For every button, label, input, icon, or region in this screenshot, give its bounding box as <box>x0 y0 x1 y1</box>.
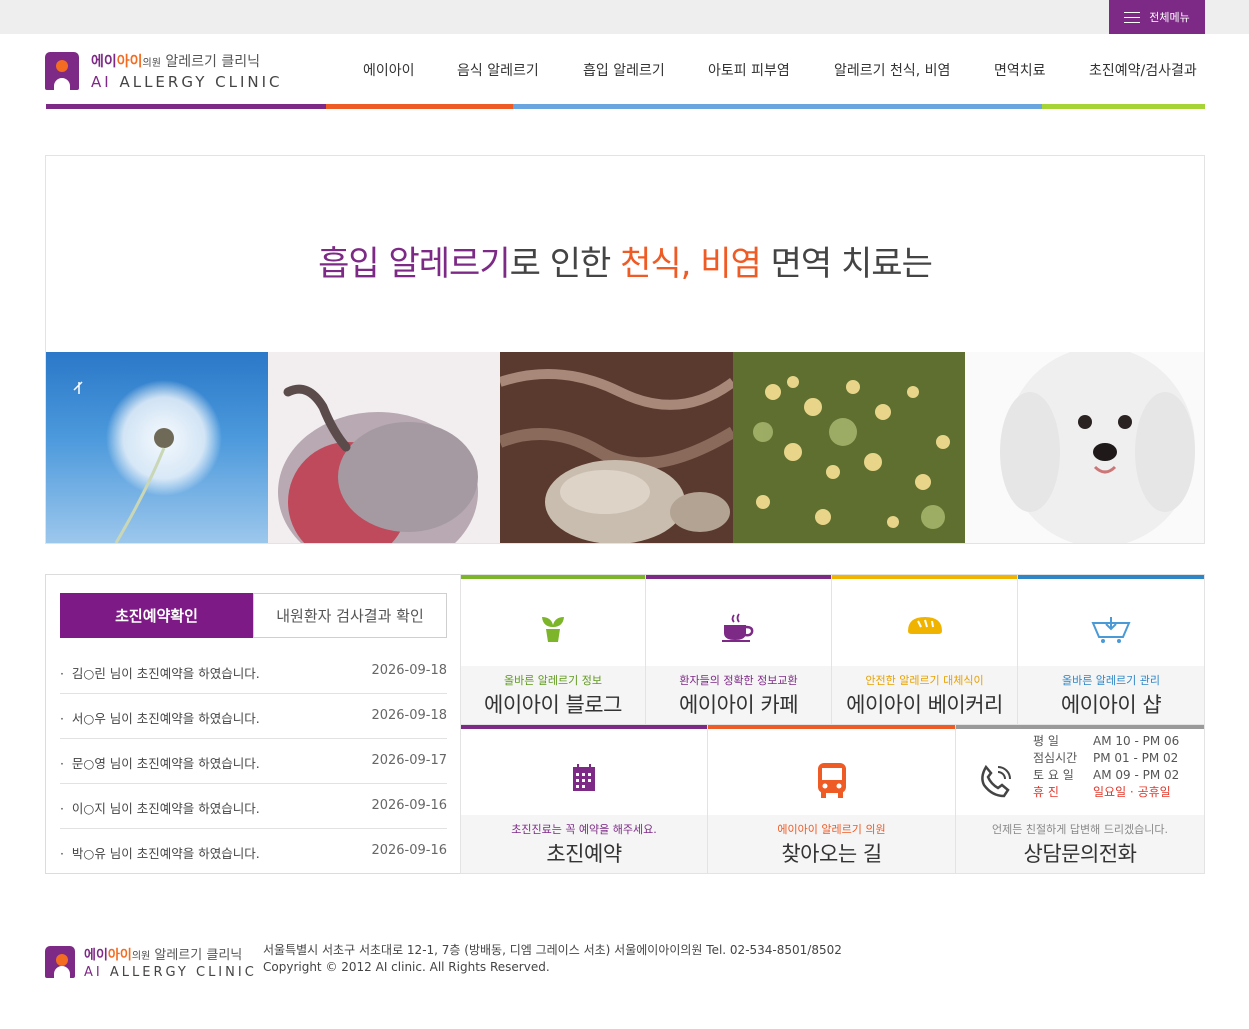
list-item-date: 2026-09-17 <box>371 753 447 768</box>
tile-accent-bar <box>461 725 707 729</box>
tile-caption: 에이아이 알레르기 의원 찾아오는 길 <box>708 815 955 873</box>
tile-caption: 올바른 알레르기 정보 에이아이 블로그 <box>461 666 645 724</box>
footer-address: 서울특별시 서초구 서초대로 12-1, 7층 (방배동, 디엠 그레이스 서초… <box>263 943 842 957</box>
nav-colorbar-purple <box>46 104 326 109</box>
list-item[interactable]: · 서○우 님이 초진예약을 하였습니다. 2026-09-18 <box>60 694 447 739</box>
bread-icon <box>906 615 944 639</box>
list-item-date: 2026-09-18 <box>371 708 447 723</box>
tile-accent-bar <box>1018 575 1204 579</box>
tile-caption: 환자들의 정확한 정보교환 에이아이 카페 <box>646 666 831 724</box>
tile-caption: 안전한 알레르기 대체식이 에이아이 베이커리 <box>832 666 1017 724</box>
hours-row: 점심시간 PM 01 - PM 02 <box>1033 751 1179 765</box>
tab-test-results[interactable]: 내원환자 검사결과 확인 <box>253 593 447 638</box>
list-item-date: 2026-09-18 <box>371 663 447 678</box>
calendar-icon <box>572 763 596 797</box>
hamburger-icon <box>1124 11 1141 23</box>
top-utility-bar: 전체메뉴 <box>0 0 1249 34</box>
tile-caption: 언제든 친절하게 답변해 드리겠습니다. 상담문의전화 <box>956 815 1204 873</box>
shopping-basket-icon <box>1091 615 1131 647</box>
tile-accent-bar <box>461 575 645 579</box>
list-item[interactable]: · 박○유 님이 초진예약을 하였습니다. 2026-09-16 <box>60 829 447 874</box>
moldy-pepper-photo <box>268 352 500 543</box>
nav-item-atopic-dermatitis[interactable]: 아토피 피부염 <box>708 60 790 80</box>
tab-reservation-check[interactable]: 초진예약확인 <box>60 593 253 638</box>
directions-link[interactable]: 에이아이 알레르기 의원 찾아오는 길 <box>707 724 956 874</box>
list-item-date: 2026-09-16 <box>371 798 447 813</box>
logo-korean-name: 에이아이의원 알레르기 클리닉 <box>91 54 260 70</box>
nav-colorbar-blue <box>513 104 1042 109</box>
footer-info: 서울특별시 서초구 서초대로 12-1, 7층 (방배동, 디엠 그레이스 서초… <box>263 942 842 976</box>
hours-row-closed: 휴 진 일요일 · 공휴일 <box>1033 785 1171 799</box>
list-item-text: · 김○린 님이 초진예약을 하였습니다. <box>60 666 260 681</box>
tile-caption: 올바른 알레르기 관리 에이아이 샵 <box>1018 666 1204 724</box>
clinic-logo-icon <box>45 52 79 90</box>
list-item-text: · 서○우 님이 초진예약을 하였습니다. <box>60 711 260 726</box>
footer-logo: 에이아이의원 알레르기 클리닉 AI ALLERGY CLINIC <box>45 944 257 980</box>
white-dog-photo <box>965 352 1204 543</box>
list-item[interactable]: · 문○영 님이 초진예약을 하였습니다. 2026-09-17 <box>60 739 447 784</box>
consult-phone-tile: 평 일 AM 10 - PM 06 점심시간 PM 01 - PM 02 토 요 일… <box>955 724 1205 874</box>
hours-row: 평 일 AM 10 - PM 06 <box>1033 734 1180 748</box>
tile-accent-bar <box>708 725 955 729</box>
first-visit-reservation-link[interactable]: 초진진료는 꼭 예약을 해주세요. 초진예약 <box>460 724 708 874</box>
nav-item-inhalant-allergy[interactable]: 흡입 알레르기 <box>583 60 665 80</box>
dust-mite-photo <box>500 352 733 543</box>
hero-banner: 흡입 알레르기로 인한 천식, 비염 면역 치료는 <box>45 155 1205 544</box>
pollen-plant-photo <box>733 352 965 543</box>
dandelion-photo <box>46 352 268 543</box>
bus-icon <box>816 761 848 803</box>
ai-bakery-link[interactable]: 안전한 알레르기 대체식이 에이아이 베이커리 <box>831 574 1018 725</box>
hero-headline: 흡입 알레르기로 인한 천식, 비염 면역 치료는 <box>318 244 933 284</box>
tile-accent-bar <box>646 575 831 579</box>
ai-cafe-link[interactable]: 환자들의 정확한 정보교환 에이아이 카페 <box>645 574 832 725</box>
footer-logo-english-name: AI ALLERGY CLINIC <box>84 965 257 980</box>
ai-shop-link[interactable]: 올바른 알레르기 관리 에이아이 샵 <box>1017 574 1205 725</box>
tile-caption: 초진진료는 꼭 예약을 해주세요. 초진예약 <box>461 815 707 873</box>
nav-colorbar-lime <box>1042 104 1205 109</box>
hours-row: 토 요 일 AM 09 - PM 02 <box>1033 768 1180 782</box>
list-item-date: 2026-09-16 <box>371 843 447 858</box>
site-logo[interactable]: 에이아이의원 알레르기 클리닉 AI ALLERGY CLINIC <box>45 51 283 91</box>
footer-logo-korean-name: 에이아이의원 알레르기 클리닉 <box>84 948 243 963</box>
coffee-cup-icon <box>721 613 756 647</box>
all-menu-label: 전체메뉴 <box>1149 11 1190 24</box>
plant-pot-icon <box>540 613 566 647</box>
reservation-notice-panel: 초진예약확인 내원환자 검사결과 확인 · 김○린 님이 초진예약을 하였습니다… <box>45 574 461 874</box>
list-item-text: · 이○지 님이 초진예약을 하였습니다. <box>60 801 260 816</box>
clinic-hours-table: 평 일 AM 10 - PM 06 점심시간 PM 01 - PM 02 토 요 일… <box>1033 733 1179 801</box>
tile-accent-bar <box>956 725 1204 729</box>
ai-blog-link[interactable]: 올바른 알레르기 정보 에이아이 블로그 <box>460 574 646 725</box>
tile-accent-bar <box>832 575 1017 579</box>
nav-item-asthma-rhinitis[interactable]: 알레르기 천식, 비염 <box>834 60 950 80</box>
nav-item-reservation-results[interactable]: 초진예약/검사결과 <box>1089 60 1197 80</box>
clinic-logo-icon <box>45 946 75 978</box>
nav-colorbar-orange <box>326 104 513 109</box>
main-navigation: 에이아이 음식 알레르기 흡입 알레르기 아토피 피부염 알레르기 천식, 비염… <box>350 60 1205 80</box>
all-menu-button[interactable]: 전체메뉴 <box>1109 0 1205 34</box>
nav-item-food-allergy[interactable]: 음식 알레르기 <box>457 60 539 80</box>
list-item-text: · 박○유 님이 초진예약을 하였습니다. <box>60 846 260 861</box>
footer-copyright: Copyright © 2012 AI clinic. All Rights R… <box>263 960 550 974</box>
nav-item-immunotherapy[interactable]: 면역치료 <box>994 60 1046 80</box>
phone-icon <box>978 763 1014 803</box>
list-item[interactable]: · 김○린 님이 초진예약을 하였습니다. 2026-09-18 <box>60 649 447 694</box>
logo-english-name: AI ALLERGY CLINIC <box>91 73 283 91</box>
list-item[interactable]: · 이○지 님이 초진예약을 하였습니다. 2026-09-16 <box>60 784 447 829</box>
list-item-text: · 문○영 님이 초진예약을 하였습니다. <box>60 756 260 771</box>
nav-item-ai[interactable]: 에이아이 <box>363 60 415 80</box>
